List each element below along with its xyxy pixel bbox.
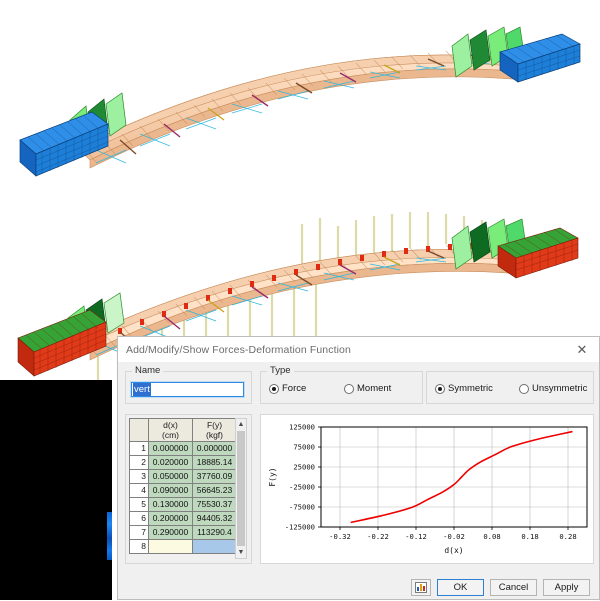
- svg-text:125000: 125000: [289, 423, 315, 432]
- force-deformation-chart[interactable]: 125000 75000 25000 -25000 -75000 -125000 -0.32…: [260, 414, 594, 564]
- radio-moment-label: Moment: [357, 383, 392, 394]
- row-number: 8: [129, 539, 149, 554]
- svg-text:-0.32: -0.32: [329, 532, 351, 541]
- function-data-table[interactable]: d(x) (cm) F(y) (kgf) 1 0.000000 0.000000…: [129, 418, 237, 554]
- row-number: 2: [129, 455, 149, 470]
- name-group: Name vert: [125, 365, 252, 404]
- cell-dx[interactable]: 0.000000: [148, 441, 193, 456]
- dialog-body: Name vert Type Force Moment Symmetric Un…: [118, 362, 599, 601]
- table-header-dx-line1: d(x): [163, 420, 178, 430]
- symmetry-group: Symmetric Unsymmetric: [426, 371, 594, 404]
- function-data-table-panel: d(x) (cm) F(y) (kgf) 1 0.000000 0.000000…: [125, 414, 252, 564]
- close-icon[interactable]: ✕: [565, 337, 599, 362]
- cell-fy[interactable]: [192, 539, 237, 554]
- radio-unsymmetric[interactable]: Unsymmetric: [519, 383, 587, 394]
- show-graph-button[interactable]: [411, 578, 431, 596]
- radio-unsymmetric-label: Unsymmetric: [532, 383, 588, 394]
- svg-text:25000: 25000: [293, 463, 315, 472]
- type-group: Type Force Moment: [260, 365, 423, 404]
- radio-unsymmetric-indicator: [519, 383, 529, 394]
- chart-canvas: 125000 75000 25000 -25000 -75000 -125000 -0.32…: [261, 415, 593, 563]
- table-header-row: d(x) (cm) F(y) (kgf): [129, 418, 237, 442]
- cell-dx[interactable]: 0.020000: [148, 455, 193, 470]
- svg-text:0.18: 0.18: [521, 532, 538, 541]
- apply-button[interactable]: Apply: [543, 578, 590, 596]
- table-body: 1 0.000000 0.000000 2 0.020000 18885.14 …: [129, 441, 237, 554]
- table-header-dx-line2: (cm): [162, 430, 179, 440]
- svg-text:-0.22: -0.22: [367, 532, 389, 541]
- svg-text:0.08: 0.08: [483, 532, 500, 541]
- row-number: 6: [129, 511, 149, 526]
- cancel-button[interactable]: Cancel: [490, 578, 537, 596]
- radio-moment-indicator: [344, 383, 354, 394]
- cell-fy[interactable]: 56645.23: [192, 483, 237, 498]
- scroll-down-icon[interactable]: ▼: [236, 547, 246, 558]
- row-number: 5: [129, 497, 149, 512]
- scrollbar-thumb[interactable]: [237, 431, 245, 546]
- cell-fy[interactable]: 37760.09: [192, 469, 237, 484]
- cell-dx[interactable]: 0.200000: [148, 511, 193, 526]
- bridge-model-top-graphic: [0, 0, 600, 190]
- function-name-value: vert: [133, 383, 151, 396]
- cell-fy[interactable]: 94405.32: [192, 511, 237, 526]
- svg-text:-0.12: -0.12: [405, 532, 427, 541]
- table-vertical-scrollbar[interactable]: ▲ ▼: [235, 418, 247, 559]
- bridge-model-3d-view-top[interactable]: [0, 0, 600, 190]
- table-header-fy-line2: (kgf): [206, 430, 223, 440]
- dialog-footer: OK Cancel Apply: [118, 578, 599, 596]
- svg-text:F(y): F(y): [268, 467, 277, 486]
- table-row[interactable]: 3 0.050000 37760.09: [129, 469, 237, 484]
- table-row[interactable]: 1 0.000000 0.000000: [129, 441, 237, 456]
- application-canvas: Add/Modify/Show Forces-Deformation Funct…: [0, 0, 600, 600]
- radio-symmetric[interactable]: Symmetric: [435, 383, 519, 394]
- cell-dx[interactable]: [148, 539, 193, 554]
- radio-moment[interactable]: Moment: [344, 383, 391, 394]
- svg-text:-25000: -25000: [289, 483, 315, 492]
- radio-force[interactable]: Force: [269, 383, 344, 394]
- table-row[interactable]: 2 0.020000 18885.14: [129, 455, 237, 470]
- blue-mesh-sliver: [107, 512, 112, 560]
- dialog-title: Add/Modify/Show Forces-Deformation Funct…: [126, 343, 351, 356]
- cell-dx[interactable]: 0.090000: [148, 483, 193, 498]
- table-row[interactable]: 7 0.290000 113290.4: [129, 525, 237, 540]
- radio-symmetric-indicator: [435, 383, 445, 394]
- row-number: 4: [129, 483, 149, 498]
- cell-fy[interactable]: 113290.4: [192, 525, 237, 540]
- radio-symmetric-label: Symmetric: [448, 383, 493, 394]
- chart-icon: [415, 581, 427, 593]
- dialog-titlebar: Add/Modify/Show Forces-Deformation Funct…: [118, 337, 599, 362]
- black-background-panel: [0, 380, 112, 600]
- table-header-fy-line1: F(y): [206, 420, 223, 430]
- svg-text:-0.02: -0.02: [443, 532, 465, 541]
- row-number: 3: [129, 469, 149, 484]
- forces-deformation-function-dialog: Add/Modify/Show Forces-Deformation Funct…: [117, 336, 600, 600]
- name-group-caption: Name: [132, 365, 164, 376]
- table-row[interactable]: 6 0.200000 94405.32: [129, 511, 237, 526]
- radio-force-indicator: [269, 383, 279, 394]
- function-name-input[interactable]: vert: [130, 381, 245, 398]
- row-number: 1: [129, 441, 149, 456]
- cell-fy[interactable]: 18885.14: [192, 455, 237, 470]
- table-header-dx: d(x) (cm): [148, 418, 193, 442]
- radio-force-label: Force: [282, 383, 307, 394]
- cell-dx[interactable]: 0.130000: [148, 497, 193, 512]
- svg-text:-125000: -125000: [285, 523, 315, 532]
- table-row[interactable]: 4 0.090000 56645.23: [129, 483, 237, 498]
- table-header-fy: F(y) (kgf): [192, 418, 237, 442]
- cell-fy[interactable]: 75530.37: [192, 497, 237, 512]
- svg-text:d(x): d(x): [444, 546, 463, 555]
- table-row[interactable]: 8: [129, 539, 237, 554]
- cell-fy[interactable]: 0.000000: [192, 441, 237, 456]
- ok-button[interactable]: OK: [437, 578, 484, 596]
- svg-text:-75000: -75000: [289, 503, 315, 512]
- svg-text:75000: 75000: [293, 443, 315, 452]
- svg-text:0.28: 0.28: [559, 532, 576, 541]
- type-group-caption: Type: [267, 365, 294, 376]
- scroll-up-icon[interactable]: ▲: [236, 419, 246, 430]
- cell-dx[interactable]: 0.050000: [148, 469, 193, 484]
- table-header-corner: [129, 418, 149, 442]
- cell-dx[interactable]: 0.290000: [148, 525, 193, 540]
- table-row[interactable]: 5 0.130000 75530.37: [129, 497, 237, 512]
- row-number: 7: [129, 525, 149, 540]
